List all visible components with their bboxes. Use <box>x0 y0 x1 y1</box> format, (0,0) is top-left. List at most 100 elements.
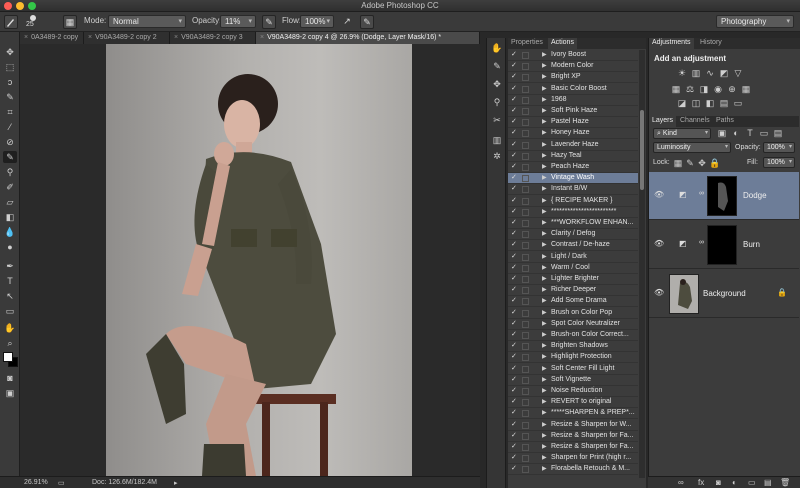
action-toggle-check-icon[interactable]: ✓ <box>511 84 517 92</box>
filter-pixel-icon[interactable]: ▣ <box>717 128 727 138</box>
expand-arrow-icon[interactable]: ▶ <box>542 208 547 215</box>
expand-arrow-icon[interactable]: ▶ <box>542 309 547 316</box>
eraser-tool-icon[interactable]: ▱ <box>3 196 17 208</box>
dialog-toggle-box[interactable] <box>522 332 529 339</box>
doc-tab-2[interactable]: × V90A3489-2 copy 2 <box>84 32 170 44</box>
dialog-toggle-box[interactable] <box>522 432 529 440</box>
brush-tool-preset-icon[interactable] <box>4 15 18 29</box>
action-toggle-check-icon[interactable]: ✓ <box>511 50 517 58</box>
expand-arrow-icon[interactable]: ▶ <box>542 320 547 327</box>
quick-selection-tool-icon[interactable]: ✎ <box>3 91 17 103</box>
dialog-toggle-box[interactable] <box>522 141 529 149</box>
brightness-contrast-icon[interactable]: ☀ <box>677 68 687 78</box>
dialog-toggle-box[interactable] <box>522 186 529 194</box>
visibility-eye-icon[interactable]: 👁 <box>654 190 664 199</box>
link-layers-icon[interactable]: ∞ <box>678 478 684 487</box>
clone-source-icon[interactable]: ⚲ <box>491 96 503 108</box>
expand-arrow-icon[interactable]: ▶ <box>542 163 547 170</box>
expand-arrow-icon[interactable]: ▶ <box>542 297 547 304</box>
expand-arrow-icon[interactable]: ▶ <box>542 387 547 394</box>
brush-size-picker[interactable]: 25 <box>24 15 44 29</box>
action-toggle-check-icon[interactable]: ✓ <box>511 252 517 260</box>
expand-arrow-icon[interactable]: ▶ <box>542 443 547 450</box>
lock-transparent-icon[interactable]: ▦ <box>673 158 683 168</box>
dialog-toggle-box[interactable] <box>522 410 529 418</box>
expand-arrow-icon[interactable]: ▶ <box>542 85 547 92</box>
dialog-toggle-box[interactable] <box>522 264 529 272</box>
action-toggle-check-icon[interactable]: ✓ <box>511 140 517 148</box>
action-toggle-check-icon[interactable]: ✓ <box>511 352 517 360</box>
action-row[interactable]: ✓ ▶ Bright XP <box>508 72 638 84</box>
action-toggle-check-icon[interactable]: ✓ <box>511 95 517 103</box>
action-row[interactable]: ✓ ▶ Peach Haze <box>508 162 638 173</box>
dialog-toggle-box[interactable] <box>522 96 529 104</box>
pen-tool-icon[interactable]: ✒ <box>3 260 17 272</box>
action-toggle-check-icon[interactable]: ✓ <box>511 72 517 80</box>
expand-arrow-icon[interactable]: ▶ <box>542 219 547 226</box>
expand-arrow-icon[interactable]: ▶ <box>542 62 547 69</box>
dialog-toggle-box[interactable] <box>522 108 529 115</box>
tab-adjustments[interactable]: Adjustments <box>649 38 694 49</box>
dialog-toggle-box[interactable] <box>522 152 529 160</box>
layer-row-background[interactable]: 👁 Background 🔒 <box>649 270 799 318</box>
filter-smart-object-icon[interactable]: ▤ <box>773 128 783 138</box>
exposure-icon[interactable]: ◩ <box>719 68 729 78</box>
action-row[interactable]: ✓ ▶ Basic Color Boost <box>508 84 638 95</box>
action-toggle-check-icon[interactable]: ✓ <box>511 341 517 349</box>
levels-icon[interactable]: ▥ <box>691 68 701 78</box>
expand-arrow-icon[interactable]: ▶ <box>542 73 547 80</box>
expand-arrow-icon[interactable]: ▶ <box>542 241 547 248</box>
path-selection-tool-icon[interactable]: ↖ <box>3 290 17 302</box>
expand-arrow-icon[interactable]: ▶ <box>542 230 547 237</box>
action-toggle-check-icon[interactable]: ✓ <box>511 117 517 125</box>
brush-presets-icon[interactable]: ✥ <box>491 78 503 90</box>
invert-icon[interactable]: ◪ <box>677 98 687 108</box>
expand-arrow-icon[interactable]: ▶ <box>542 376 547 383</box>
layer-filter-dropdown[interactable]: ⌕ Kind <box>653 128 711 139</box>
workspace-dropdown[interactable]: Photography <box>716 15 794 28</box>
action-row[interactable]: ✓ ▶ Highlight Protection <box>508 352 638 364</box>
lock-icon[interactable]: 🔒 <box>777 288 787 297</box>
actions-scroll-thumb[interactable] <box>640 110 644 190</box>
threshold-icon[interactable]: ◧ <box>705 98 715 108</box>
action-toggle-check-icon[interactable]: ✓ <box>511 453 517 461</box>
close-tab-icon[interactable]: × <box>88 34 92 41</box>
type-tool-icon[interactable]: T <box>3 275 17 287</box>
action-toggle-check-icon[interactable]: ✓ <box>511 330 517 338</box>
action-toggle-check-icon[interactable]: ✓ <box>511 364 517 372</box>
canvas-area[interactable] <box>20 44 480 476</box>
visibility-eye-icon[interactable]: 👁 <box>654 239 664 248</box>
action-toggle-check-icon[interactable]: ✓ <box>511 184 517 192</box>
eyedropper-tool-icon[interactable]: ⁄ <box>3 121 17 133</box>
pressure-size-icon[interactable]: ✎ <box>360 15 374 29</box>
airbrush-icon[interactable]: ↗ <box>340 15 354 29</box>
new-group-icon[interactable]: ▭ <box>748 478 756 487</box>
rectangle-tool-icon[interactable]: ▭ <box>3 305 17 317</box>
dialog-toggle-box[interactable] <box>522 466 529 474</box>
layer-mask-thumbnail[interactable] <box>707 176 737 216</box>
tab-channels[interactable]: Channels <box>677 116 713 127</box>
action-row[interactable]: ✓ ▶ Lighter Brighter <box>508 274 638 285</box>
action-row[interactable]: ✓ ▶ 1968 <box>508 95 638 106</box>
action-toggle-check-icon[interactable]: ✓ <box>511 408 517 416</box>
color-lookup-icon[interactable]: ▦ <box>741 84 751 94</box>
doc-tab-1[interactable]: × 0A3489-2 copy <box>20 32 84 44</box>
expand-arrow-icon[interactable]: ▶ <box>542 465 547 472</box>
dialog-toggle-box[interactable] <box>522 85 529 93</box>
action-toggle-check-icon[interactable]: ✓ <box>511 106 517 114</box>
histogram-icon[interactable]: ▥ <box>491 134 503 146</box>
action-row[interactable]: ✓ ▶ Brush on Color Pop <box>508 308 638 319</box>
action-row[interactable]: ✓ ▶ Hazy Teal <box>508 151 638 162</box>
actions-list[interactable]: ✓ ▶ Ivory Boost ✓ ▶ Modern Color ✓ ▶ Bright XP ✓ ▶… <box>508 50 638 478</box>
expand-arrow-icon[interactable]: ▶ <box>542 353 547 360</box>
lock-image-icon[interactable]: ✎ <box>685 158 695 168</box>
action-row[interactable]: ✓ ▶ Modern Color <box>508 61 638 73</box>
expand-arrow-icon[interactable]: ▶ <box>542 107 547 114</box>
fill-dropdown[interactable]: 100% <box>763 157 795 168</box>
expand-arrow-icon[interactable]: ▶ <box>542 118 547 125</box>
action-row[interactable]: ✓ ▶ REVERT to original <box>508 397 638 409</box>
expand-arrow-icon[interactable]: ▶ <box>542 331 547 338</box>
action-row[interactable]: ✓ ▶ Resize & Sharpen for Fa... <box>508 442 638 453</box>
lock-all-icon[interactable]: 🔒 <box>709 158 720 168</box>
action-toggle-check-icon[interactable]: ✓ <box>511 274 517 282</box>
